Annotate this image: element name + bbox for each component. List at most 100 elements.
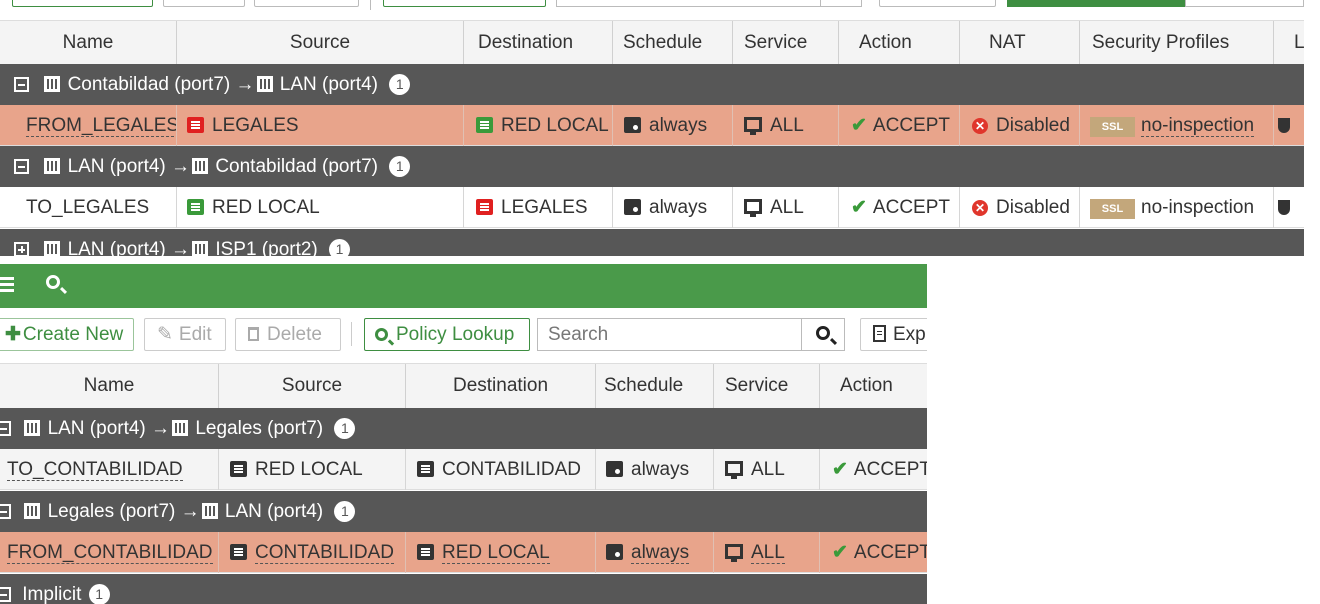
search-button-partial[interactable] [820,0,861,6]
col-name[interactable]: Name [0,21,177,65]
col-destination[interactable]: Destination [406,364,596,408]
view-toggle-active-partial[interactable] [1007,0,1185,7]
export-button[interactable]: Exp [860,318,927,351]
document-icon [873,325,886,342]
policy-action[interactable]: ✔ ACCEPT [839,105,960,146]
policy-nat[interactable]: ✕ Disabled [960,187,1080,228]
policy-name[interactable]: TO_CONTABILIDAD [0,449,219,490]
ssl-badge: SSL [1090,117,1135,137]
policy-row[interactable]: TO_LEGALES RED LOCAL LEGALES always ALL … [0,187,1304,228]
col-source[interactable]: Source [219,364,406,408]
collapse-icon[interactable] [0,587,11,602]
policy-action[interactable]: ✔ ACCEPT [839,187,960,228]
col-destination[interactable]: Destination [464,21,613,65]
policy-security-profiles[interactable]: SSL no-inspection [1080,187,1274,228]
create-new-button[interactable]: ✚ Create New [0,318,134,351]
policy-schedule[interactable]: always [613,187,733,228]
collapse-icon[interactable] [0,504,11,519]
group-row-implicit[interactable]: Implicit 1 [0,574,927,604]
col-action[interactable]: Action [820,364,927,408]
delete-button[interactable]: Delete [235,318,341,351]
col-action[interactable]: Action [839,21,960,65]
search-icon[interactable] [46,275,60,289]
expand-icon[interactable] [14,242,29,256]
group-row[interactable]: LAN (port4) → Contabildad (port7) 1 [0,146,1304,187]
collapse-icon[interactable] [14,159,29,174]
search-button[interactable] [801,319,844,350]
interface-icon [172,420,189,436]
group-label: Implicit 1 [0,574,110,604]
check-icon: ✔ [832,542,848,563]
col-schedule[interactable]: Schedule [613,21,733,65]
policy-service[interactable]: ALL [733,105,839,146]
search-input-partial[interactable] [556,0,862,7]
policy-name[interactable]: TO_LEGALES [0,187,177,228]
policy-destination[interactable]: RED LOCAL [464,105,613,146]
group-row[interactable]: Legales (port7) → LAN (port4) 1 [0,491,927,532]
view-toggle-partial[interactable] [1185,0,1304,7]
policy-name[interactable]: FROM_CONTABILIDAD [0,532,219,573]
policy-destination[interactable]: RED LOCAL [406,532,596,573]
arrow-icon: → [151,418,171,439]
collapse-icon[interactable] [0,421,11,436]
policy-row-selected[interactable]: FROM_CONTABILIDAD CONTABILIDAD RED LOCAL… [0,532,927,573]
col-name[interactable]: Name [0,364,219,408]
policy-schedule[interactable]: always [596,532,714,573]
export-button-partial[interactable] [879,0,996,7]
group-row[interactable]: LAN (port4) → Legales (port7) 1 [0,408,927,449]
policy-count-badge: 1 [334,501,356,522]
policy-source[interactable]: LEGALES [177,105,464,146]
edit-button[interactable]: ✎ Edit [144,318,226,351]
policy-nat[interactable]: ✕ Disabled [960,105,1080,146]
policy-log[interactable] [1274,187,1304,228]
policy-schedule[interactable]: always [613,105,733,146]
top-toolbar-partial [0,0,1304,20]
col-service[interactable]: Service [714,364,820,408]
plus-icon: ✚ [5,324,21,345]
delete-button-partial[interactable] [254,0,359,7]
policy-destination[interactable]: CONTABILIDAD [406,449,596,490]
policy-row[interactable]: TO_CONTABILIDAD RED LOCAL CONTABILIDAD a… [0,449,927,490]
policy-log[interactable] [1274,105,1304,146]
search-field[interactable] [537,318,845,351]
policy-count-badge: 1 [329,239,351,256]
policy-source[interactable]: RED LOCAL [219,449,406,490]
col-security-profiles[interactable]: Security Profiles [1080,21,1274,65]
group-to: LAN (port4) [279,74,378,95]
interface-icon [256,76,273,92]
col-nat[interactable]: NAT [960,21,1080,65]
schedule-icon [624,199,641,215]
group-to: ISP1 (port2) [215,239,318,256]
top-nav-bar [0,264,927,308]
create-new-button-partial[interactable] [12,0,153,7]
edit-button-partial[interactable] [163,0,245,7]
col-log[interactable]: Log [1274,21,1304,65]
policy-action[interactable]: ✔ ACCEPT [820,532,927,573]
group-row[interactable]: Contabildad (port7) → LAN (port4) 1 [0,64,1304,105]
policy-service[interactable]: ALL [733,187,839,228]
col-service[interactable]: Service [733,21,839,65]
menu-icon[interactable] [0,277,16,295]
policy-service[interactable]: ALL [714,449,820,490]
policy-service[interactable]: ALL [714,532,820,573]
policy-destination[interactable]: LEGALES [464,187,613,228]
collapse-icon[interactable] [14,77,29,92]
group-row[interactable]: LAN (port4) → ISP1 (port2) 1 [0,229,1304,256]
toolbar-divider [351,322,352,346]
policy-security-profiles[interactable]: SSL no-inspection [1080,105,1274,146]
policy-source[interactable]: CONTABILIDAD [219,532,406,573]
policy-schedule[interactable]: always [596,449,714,490]
pencil-icon: ✎ [157,324,173,345]
policy-row-selected[interactable]: FROM_LEGALES LEGALES RED LOCAL always AL… [0,105,1304,146]
policy-lookup-button[interactable]: Policy Lookup [364,318,530,351]
group-label: LAN (port4) → Legales (port7) 1 [0,408,356,449]
policy-source[interactable]: RED LOCAL [177,187,464,228]
group-label: LAN (port4) → Contabildad (port7) 1 [14,146,411,187]
policy-table-top: Name Source Destination Schedule Service… [0,0,1304,256]
col-schedule[interactable]: Schedule [596,364,714,408]
policy-lookup-button-partial[interactable] [383,0,546,7]
col-source[interactable]: Source [177,21,464,65]
policy-name[interactable]: FROM_LEGALES [0,105,177,146]
policy-action[interactable]: ✔ ACCEPT [820,449,927,490]
search-input[interactable] [538,319,802,350]
